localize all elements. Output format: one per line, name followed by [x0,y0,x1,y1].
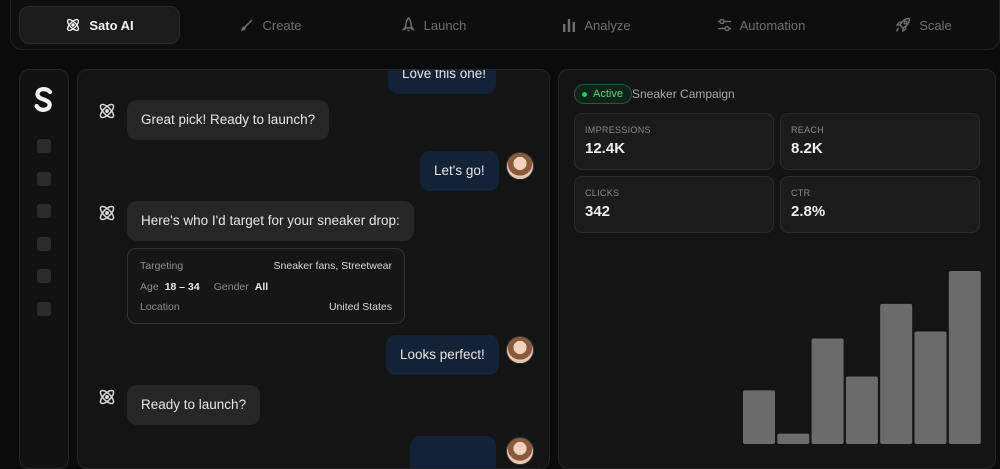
sidebar-item[interactable] [37,139,51,153]
message-text: Let's go! [434,163,485,178]
demographics-row: Age 18 – 34 Gender All [140,281,392,293]
message-text: Love this one! [402,69,487,81]
message-text: Ready to launch? [141,397,247,412]
performance-bar-chart [743,271,981,444]
chart-bar [845,376,878,444]
bot-message: Here's who I'd target for your sneaker d… [127,201,414,241]
bot-avatar-icon [97,101,117,121]
age-value: 18 – 34 [164,281,200,293]
sliders-icon [717,18,732,32]
chat-panel: Love this one! Great pick! Ready to laun… [77,69,550,469]
chart-bar [914,331,947,444]
tab-automation[interactable]: Automation [701,6,821,44]
user-message: Love this one! [388,69,496,94]
user-message-partial [410,436,496,468]
rocket-launch-icon [895,17,911,33]
rocket-icon [401,17,416,33]
gender-value: All [254,281,269,293]
chart-bar [777,433,810,444]
targeting-card: Targeting Sneaker fans, Streetwear Age 1… [127,248,405,324]
targeting-value: Sneaker fans, Streetwear [273,260,392,272]
location-row: Location United States [140,301,392,313]
tab-label: Analyze [584,17,631,33]
message-text: Great pick! Ready to launch? [141,112,316,127]
age-label: Age [140,281,159,293]
tab-scale[interactable]: Scale [881,6,966,44]
bot-avatar-icon [97,387,117,407]
tab-create[interactable]: Create [226,6,316,44]
bot-message: Great pick! Ready to launch? [127,100,330,140]
sidebar [19,69,69,469]
bot-message: Ready to launch? [127,385,261,425]
brush-icon [240,18,254,32]
message-text: Looks perfect! [400,347,485,362]
user-avatar [506,336,534,364]
user-message: Looks perfect! [386,335,499,375]
tab-label: Sato AI [89,17,134,33]
tab-label: Create [262,17,302,33]
tab-label: Scale [919,17,952,33]
logo [33,87,55,113]
user-avatar [506,437,534,465]
chart-bar [948,271,981,444]
user-avatar [506,152,534,180]
tab-label: Automation [739,17,806,33]
chart-bar [811,338,844,444]
location-value: United States [328,301,392,313]
targeting-row: Targeting Sneaker fans, Streetwear [140,260,392,272]
tab-analyze[interactable]: Analyze [549,6,644,44]
sidebar-item[interactable] [37,269,51,283]
tab-sato-ai[interactable]: Sato AI [19,6,180,44]
tab-label: Launch [423,17,467,33]
bot-avatar-icon [97,203,117,223]
location-label: Location [140,301,180,313]
chart-bar [880,303,913,444]
chart-bar [743,390,775,444]
atom-icon [65,17,81,33]
user-message: Let's go! [420,151,499,191]
campaign-panel: Active Sneaker Campaign IMPRESSIONS 12.4… [558,69,996,469]
sidebar-item[interactable] [37,302,51,316]
message-text: Here's who I'd target for your sneaker d… [141,213,400,228]
targeting-label: Targeting [140,260,184,272]
top-nav: Sato AI Create Launch Analyze Automation… [10,0,1000,50]
sidebar-item[interactable] [37,172,51,186]
sidebar-item[interactable] [37,237,51,251]
bar-chart-icon [562,18,576,32]
tab-launch[interactable]: Launch [386,6,481,44]
gender-label: Gender [213,281,249,293]
sidebar-item[interactable] [37,204,51,218]
